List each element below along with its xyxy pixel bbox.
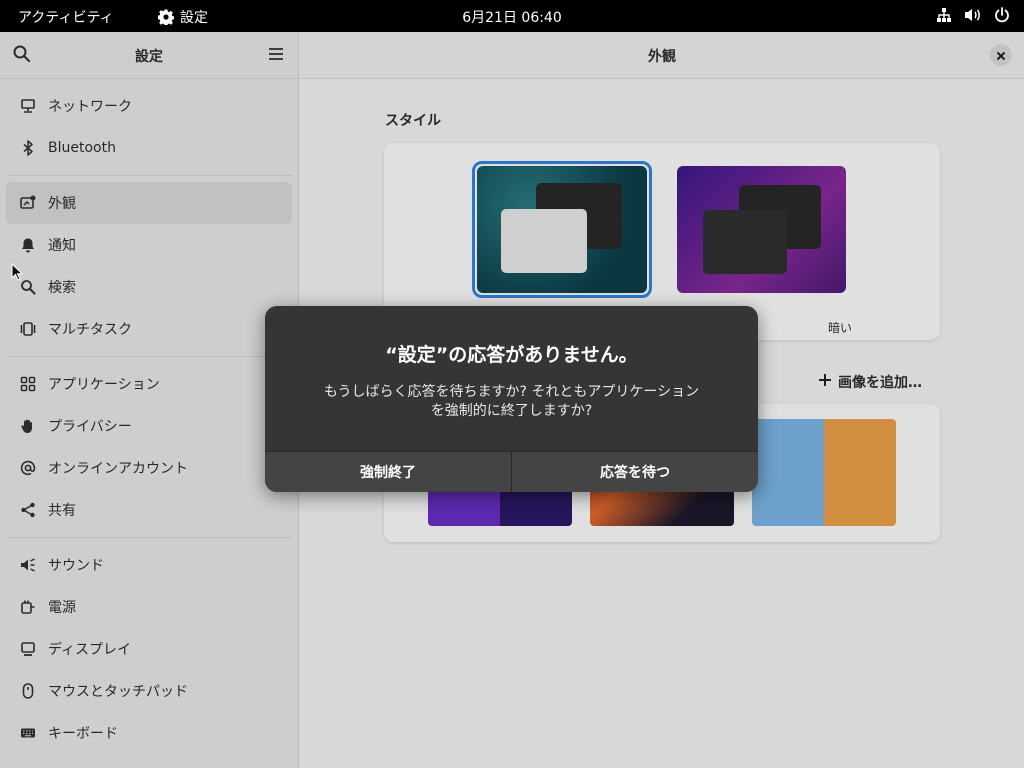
clock[interactable]: 6月21日 06:40 xyxy=(0,7,1024,27)
dialog-message-line: を強制的に終了しますか? xyxy=(430,403,593,419)
dialog-buttons: 強制終了 応答を待つ xyxy=(265,451,758,492)
network-wired-icon xyxy=(936,7,952,23)
dialog-title: “設定”の応答がありません。 xyxy=(385,344,638,366)
power-icon xyxy=(994,7,1010,23)
force-quit-button[interactable]: 強制終了 xyxy=(265,452,511,492)
system-tray[interactable] xyxy=(936,7,1010,23)
volume-icon xyxy=(964,7,982,23)
dialog-message: もうしばらく応答を待ちますか? それともアプリケーション を強制的に終了しますか… xyxy=(305,383,718,421)
mouse-cursor-icon xyxy=(11,262,24,285)
not-responding-dialog: “設定”の応答がありません。 もうしばらく応答を待ちますか? それともアプリケー… xyxy=(265,306,758,492)
top-bar: アクティビティ 設定 6月21日 06:40 xyxy=(0,0,1024,32)
wait-button[interactable]: 応答を待つ xyxy=(511,452,758,492)
dialog-message-line: もうしばらく応答を待ちますか? それともアプリケーション xyxy=(323,384,700,400)
